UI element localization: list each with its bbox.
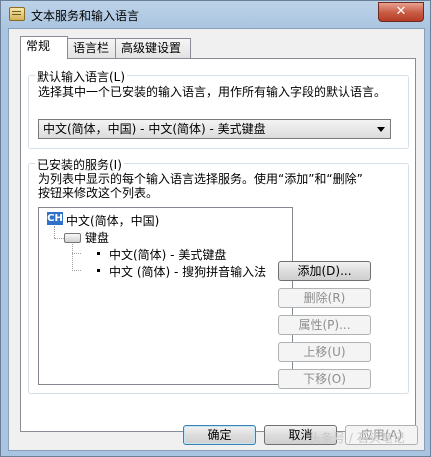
tree-connector: [72, 244, 73, 271]
properties-button[interactable]: 属性(P)...: [278, 315, 371, 335]
tree-node-language[interactable]: 中文(简体，中国): [66, 212, 159, 229]
chevron-down-icon: [377, 127, 385, 132]
move-up-button[interactable]: 上移(U): [278, 342, 371, 362]
installed-services-description-line2: 按钮来修改这个列表。: [38, 186, 159, 200]
title-bar[interactable]: 文本服务和输入语言 ✕: [1, 1, 430, 27]
watermark-text: 头条号 / 石头笔记: [309, 431, 405, 445]
bullet-icon: [97, 269, 100, 272]
tree-connector: [72, 253, 81, 254]
tree-connector: [72, 270, 81, 271]
move-down-button[interactable]: 下移(O): [278, 369, 371, 389]
tab-general[interactable]: 常规: [20, 36, 68, 59]
add-button[interactable]: 添加(D)...: [278, 261, 371, 281]
tab-language-bar[interactable]: 语言栏: [67, 38, 116, 58]
tab-advanced-key-settings[interactable]: 高级键设置: [115, 38, 191, 58]
tree-connector: [54, 226, 55, 238]
language-badge-icon: CH: [47, 212, 63, 225]
dialog-client-area: 常规 语言栏 高级键设置 默认输入语言(L) 选择其中一个已安装的输入语言，用作…: [8, 28, 425, 451]
ok-button[interactable]: 确定: [183, 425, 256, 445]
close-button[interactable]: ✕: [378, 2, 424, 22]
bullet-icon: [97, 252, 100, 255]
remove-button[interactable]: 删除(R): [278, 288, 371, 308]
installed-services-label: 已安装的服务(I): [35, 156, 124, 173]
default-language-dropdown[interactable]: 中文(简体，中国) - 中文(简体) - 美式键盘: [38, 119, 391, 139]
window-title: 文本服务和输入语言: [31, 9, 140, 23]
tree-node-keyboard[interactable]: 键盘: [85, 229, 109, 246]
dialog-window: 文本服务和输入语言 ✕ 常规 语言栏 高级键设置 默认输入语言(L) 选择其中一…: [0, 0, 431, 457]
keyboard-app-icon: [9, 7, 25, 21]
services-tree[interactable]: CH 中文(简体，中国) 键盘 中文(简体) - 美式键盘 中文 (简体) - …: [38, 207, 293, 385]
installed-services-description-line1: 为列表中显示的每个输入语言选择服务。使用“添加”和“删除”: [38, 172, 363, 186]
tree-connector: [54, 238, 64, 239]
tree-item-us-keyboard[interactable]: 中文(简体) - 美式键盘: [109, 246, 226, 263]
default-language-label: 默认输入语言(L): [35, 68, 128, 85]
keyboard-icon: [64, 233, 81, 243]
default-language-description: 选择其中一个已安装的输入语言，用作所有输入字段的默认语言。: [38, 85, 387, 99]
tree-item-sogou-pinyin[interactable]: 中文 (简体) - 搜狗拼音输入法: [109, 263, 266, 280]
default-language-selected: 中文(简体，中国) - 中文(简体) - 美式键盘: [43, 122, 266, 136]
